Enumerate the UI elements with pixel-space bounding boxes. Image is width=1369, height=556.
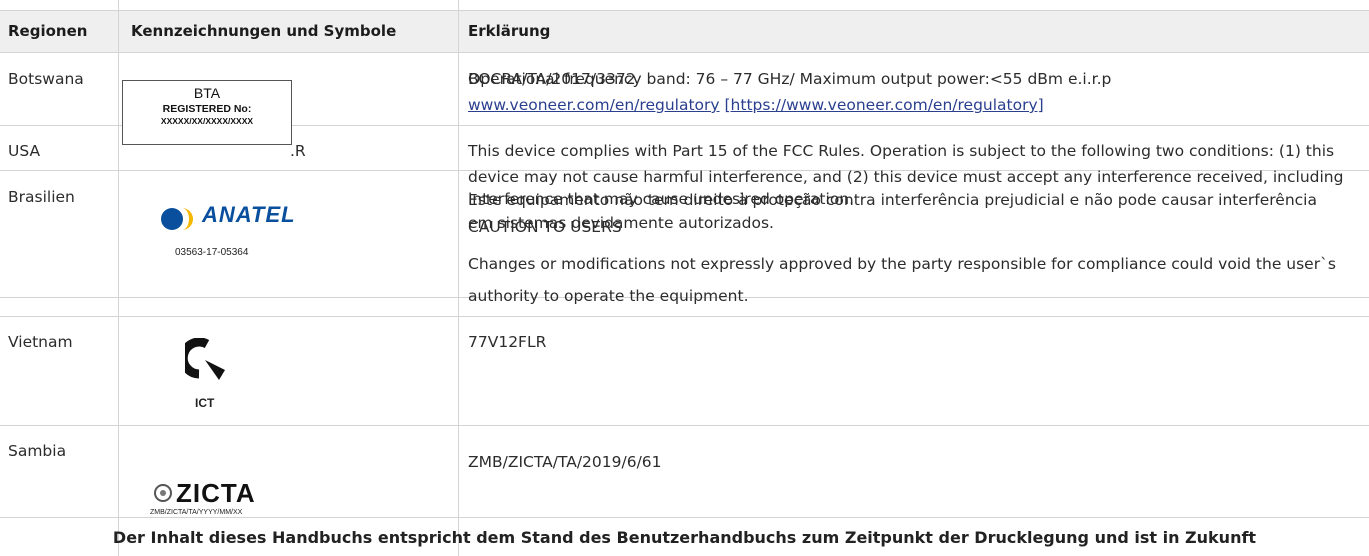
column-divider (458, 0, 459, 556)
regulatory-link-url[interactable]: [https://www.veoneer.com/en/regulatory] (725, 96, 1044, 114)
bta-name: BTA (193, 85, 221, 101)
vietnam-code: 77V12FLR (468, 333, 547, 351)
footer-note: Der Inhalt dieses Handbuchs entspricht d… (112, 528, 1257, 547)
ict-logo-icon (185, 338, 225, 380)
header-symbols: Kennzeichnungen und Symbole (131, 22, 397, 40)
changes-line-2: authority to operate the equipment. (468, 287, 749, 305)
row-divider (0, 517, 1369, 518)
caution-to-users: CAUTION TO USERS (468, 218, 622, 236)
region-vietnam: Vietnam (8, 333, 73, 351)
bta-number: XXXXX/XX/XXXX/XXXX (160, 116, 254, 126)
bta-registration-label: BTA REGISTERED No: XXXXX/XX/XXXX/XXXX (122, 80, 292, 145)
column-divider (118, 0, 119, 556)
row-divider (0, 425, 1369, 426)
zicta-wordmark: ZICTA (176, 478, 256, 508)
sambia-code: ZMB/ZICTA/TA/2019/6/61 (468, 453, 662, 471)
regulatory-link-text[interactable]: www.veoneer.com/en/regulatory (468, 96, 720, 114)
anatel-logo: ANATEL (160, 202, 300, 236)
bta-registered: REGISTERED No: (162, 103, 252, 115)
fcc-symbol-fragment: .R (290, 142, 306, 160)
row-divider (0, 316, 1369, 317)
anatel-number: 03563-17-05364 (175, 247, 249, 258)
anatel-mark-icon (161, 208, 193, 230)
changes-line-1: Changes or modifications not expressly a… (468, 255, 1336, 273)
botswana-frequency-text: Operational frequency band: 76 – 77 GHz/… (468, 70, 1112, 88)
region-sambia: Sambia (8, 442, 67, 460)
header-region: Regionen (8, 22, 88, 40)
region-usa: USA (8, 142, 41, 160)
header-explanation: Erklärung (468, 22, 551, 40)
fcc-line-1: This device complies with Part 15 of the… (468, 142, 1335, 160)
region-brasilien: Brasilien (8, 188, 75, 206)
fcc-line-2: device may not cause harmful interferenc… (468, 168, 1344, 186)
regulatory-link[interactable]: www.veoneer.com/en/regulatory [https://w… (468, 96, 1044, 114)
row-divider (0, 52, 1369, 53)
ict-label: ICT (195, 396, 215, 410)
region-botswana: Botswana (8, 70, 84, 88)
zicta-code: ZMB/ZICTA/TA/YYYY/MM/XX (150, 509, 243, 516)
anatel-line-1: Este equipamento não tem direito à prote… (468, 191, 1317, 209)
row-divider (0, 10, 1369, 11)
zicta-emblem-icon (154, 484, 172, 502)
anatel-wordmark: ANATEL (202, 202, 296, 227)
